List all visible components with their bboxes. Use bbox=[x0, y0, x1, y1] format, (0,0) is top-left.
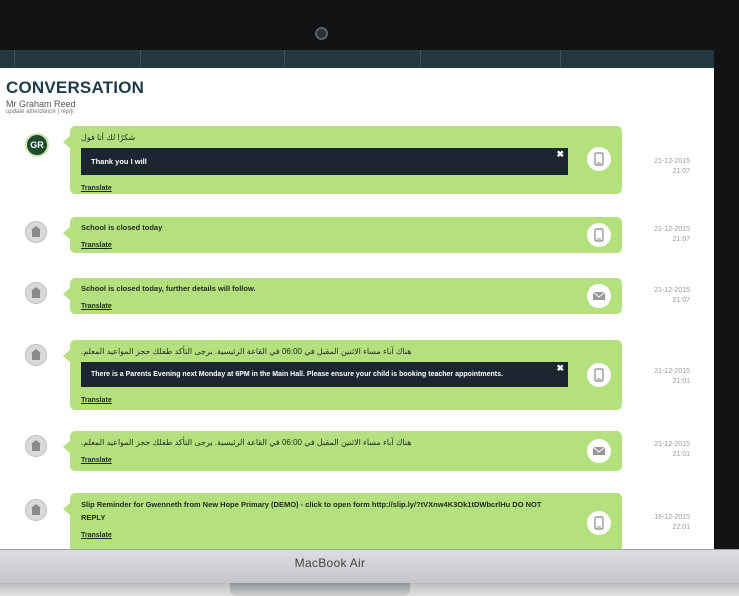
message-time: 21:07 bbox=[672, 297, 690, 304]
message-date: 21-12-2015 bbox=[654, 287, 690, 294]
camera-icon bbox=[315, 27, 328, 40]
translate-link[interactable]: Translate bbox=[81, 457, 112, 464]
message-text-arabic: هناك آباء مساء الاثنين المقبل في 06:00 ف… bbox=[81, 347, 412, 356]
message-text: Slip Reminder for Gwenneth from New Hope… bbox=[81, 500, 542, 522]
email-icon bbox=[587, 284, 611, 308]
avatar bbox=[25, 435, 47, 457]
building-icon bbox=[31, 226, 41, 237]
screen: CONVERSATION Mr Graham Reed update atten… bbox=[0, 50, 714, 549]
timestamp: 16-12-2015 22:01 bbox=[640, 513, 690, 533]
message-bubble: هناك آباء مساء الاثنين المقبل في 06:00 ف… bbox=[63, 340, 622, 410]
email-icon bbox=[587, 439, 611, 463]
avatar-initials: GR bbox=[30, 140, 44, 150]
message-text-arabic: شكرًا لك أنا فول bbox=[81, 133, 136, 142]
brand-label: MacBook Air bbox=[294, 556, 366, 570]
translation-text: There is a Parents Evening next Monday a… bbox=[91, 371, 503, 378]
translate-link[interactable]: Translate bbox=[81, 242, 112, 249]
top-nav-bar bbox=[0, 50, 714, 68]
phone-icon bbox=[587, 511, 611, 535]
message-time: 22:01 bbox=[672, 524, 690, 531]
header-links[interactable]: update attendance | reply bbox=[6, 109, 144, 115]
message-text-arabic: هناك آباء مساء الاثنين المقبل في 06:00 ف… bbox=[81, 438, 412, 447]
phone-icon bbox=[587, 223, 611, 247]
avatar bbox=[25, 221, 47, 243]
message-bubble: شكرًا لك أنا فول Thank you I will ✖ Tran… bbox=[63, 126, 622, 194]
timestamp: 21-12-2015 21:07 bbox=[640, 225, 690, 245]
sender-name: Mr Graham Reed bbox=[6, 99, 76, 109]
laptop-hinge bbox=[230, 583, 410, 596]
phone-icon bbox=[587, 147, 611, 171]
timestamp: 21-12-2015 21:07 bbox=[640, 157, 690, 177]
timestamp: 21-12-2015 21:07 bbox=[640, 286, 690, 306]
message-text: School is closed today, further details … bbox=[81, 284, 256, 293]
message-bubble: Slip Reminder for Gwenneth from New Hope… bbox=[63, 493, 622, 549]
avatar bbox=[25, 344, 47, 366]
translate-link[interactable]: Translate bbox=[81, 532, 112, 539]
message-time: 21:07 bbox=[672, 236, 690, 243]
translate-link[interactable]: Translate bbox=[81, 303, 112, 310]
message-bubble: School is closed today Translate bbox=[63, 217, 622, 253]
message-date: 16-12-2015 bbox=[654, 514, 690, 521]
message-bubble: School is closed today, further details … bbox=[63, 278, 622, 314]
phone-icon bbox=[587, 363, 611, 387]
message-date: 21-12-2015 bbox=[654, 158, 690, 165]
avatar bbox=[25, 499, 47, 521]
message-time: 21:07 bbox=[672, 168, 690, 175]
message-date: 21-12-2015 bbox=[654, 226, 690, 233]
building-icon bbox=[31, 349, 41, 360]
timestamp: 21-12-2015 21:01 bbox=[640, 367, 690, 387]
conversation-header: CONVERSATION Mr Graham Reed update atten… bbox=[6, 78, 144, 115]
message-text: School is closed today bbox=[81, 223, 163, 232]
close-icon[interactable]: ✖ bbox=[556, 363, 564, 374]
message-time: 21:01 bbox=[672, 378, 690, 385]
message-date: 21-12-2015 bbox=[654, 368, 690, 375]
translation-text: Thank you I will bbox=[91, 157, 147, 166]
message-date: 21-12-2015 bbox=[654, 441, 690, 448]
message-time: 21:01 bbox=[672, 451, 690, 458]
message-bubble: هناك آباء مساء الاثنين المقبل في 06:00 ف… bbox=[63, 431, 622, 471]
translate-link[interactable]: Translate bbox=[81, 185, 112, 192]
building-icon bbox=[31, 440, 41, 451]
close-icon[interactable]: ✖ bbox=[556, 149, 564, 160]
timestamp: 21-12-2015 21:01 bbox=[640, 440, 690, 460]
translation-popup: Thank you I will ✖ bbox=[81, 148, 568, 175]
avatar bbox=[25, 282, 47, 304]
page-title: CONVERSATION bbox=[6, 78, 145, 97]
building-icon bbox=[31, 504, 41, 515]
translate-link[interactable]: Translate bbox=[81, 397, 112, 404]
avatar: GR bbox=[25, 133, 49, 157]
building-icon bbox=[31, 287, 41, 298]
translation-popup: There is a Parents Evening next Monday a… bbox=[81, 362, 568, 387]
